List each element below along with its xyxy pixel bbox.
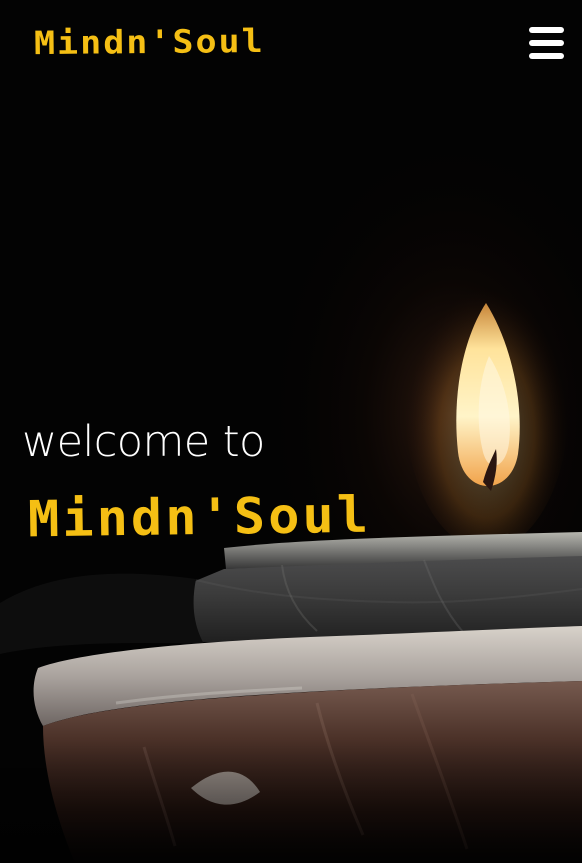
welcome-heading: welcome to	[22, 417, 265, 467]
hero-brand-title: Mindn'Soul	[27, 486, 372, 549]
brand-logo[interactable]: Mindn'Soul	[34, 23, 265, 62]
hero-section: Mindn'Soul welcome to Mindn'Soul	[0, 0, 582, 863]
top-navbar: Mindn'Soul	[0, 0, 582, 88]
hamburger-menu-icon[interactable]	[529, 27, 564, 59]
menu-bar	[529, 53, 564, 59]
menu-bar	[529, 27, 564, 33]
menu-bar	[529, 40, 564, 46]
